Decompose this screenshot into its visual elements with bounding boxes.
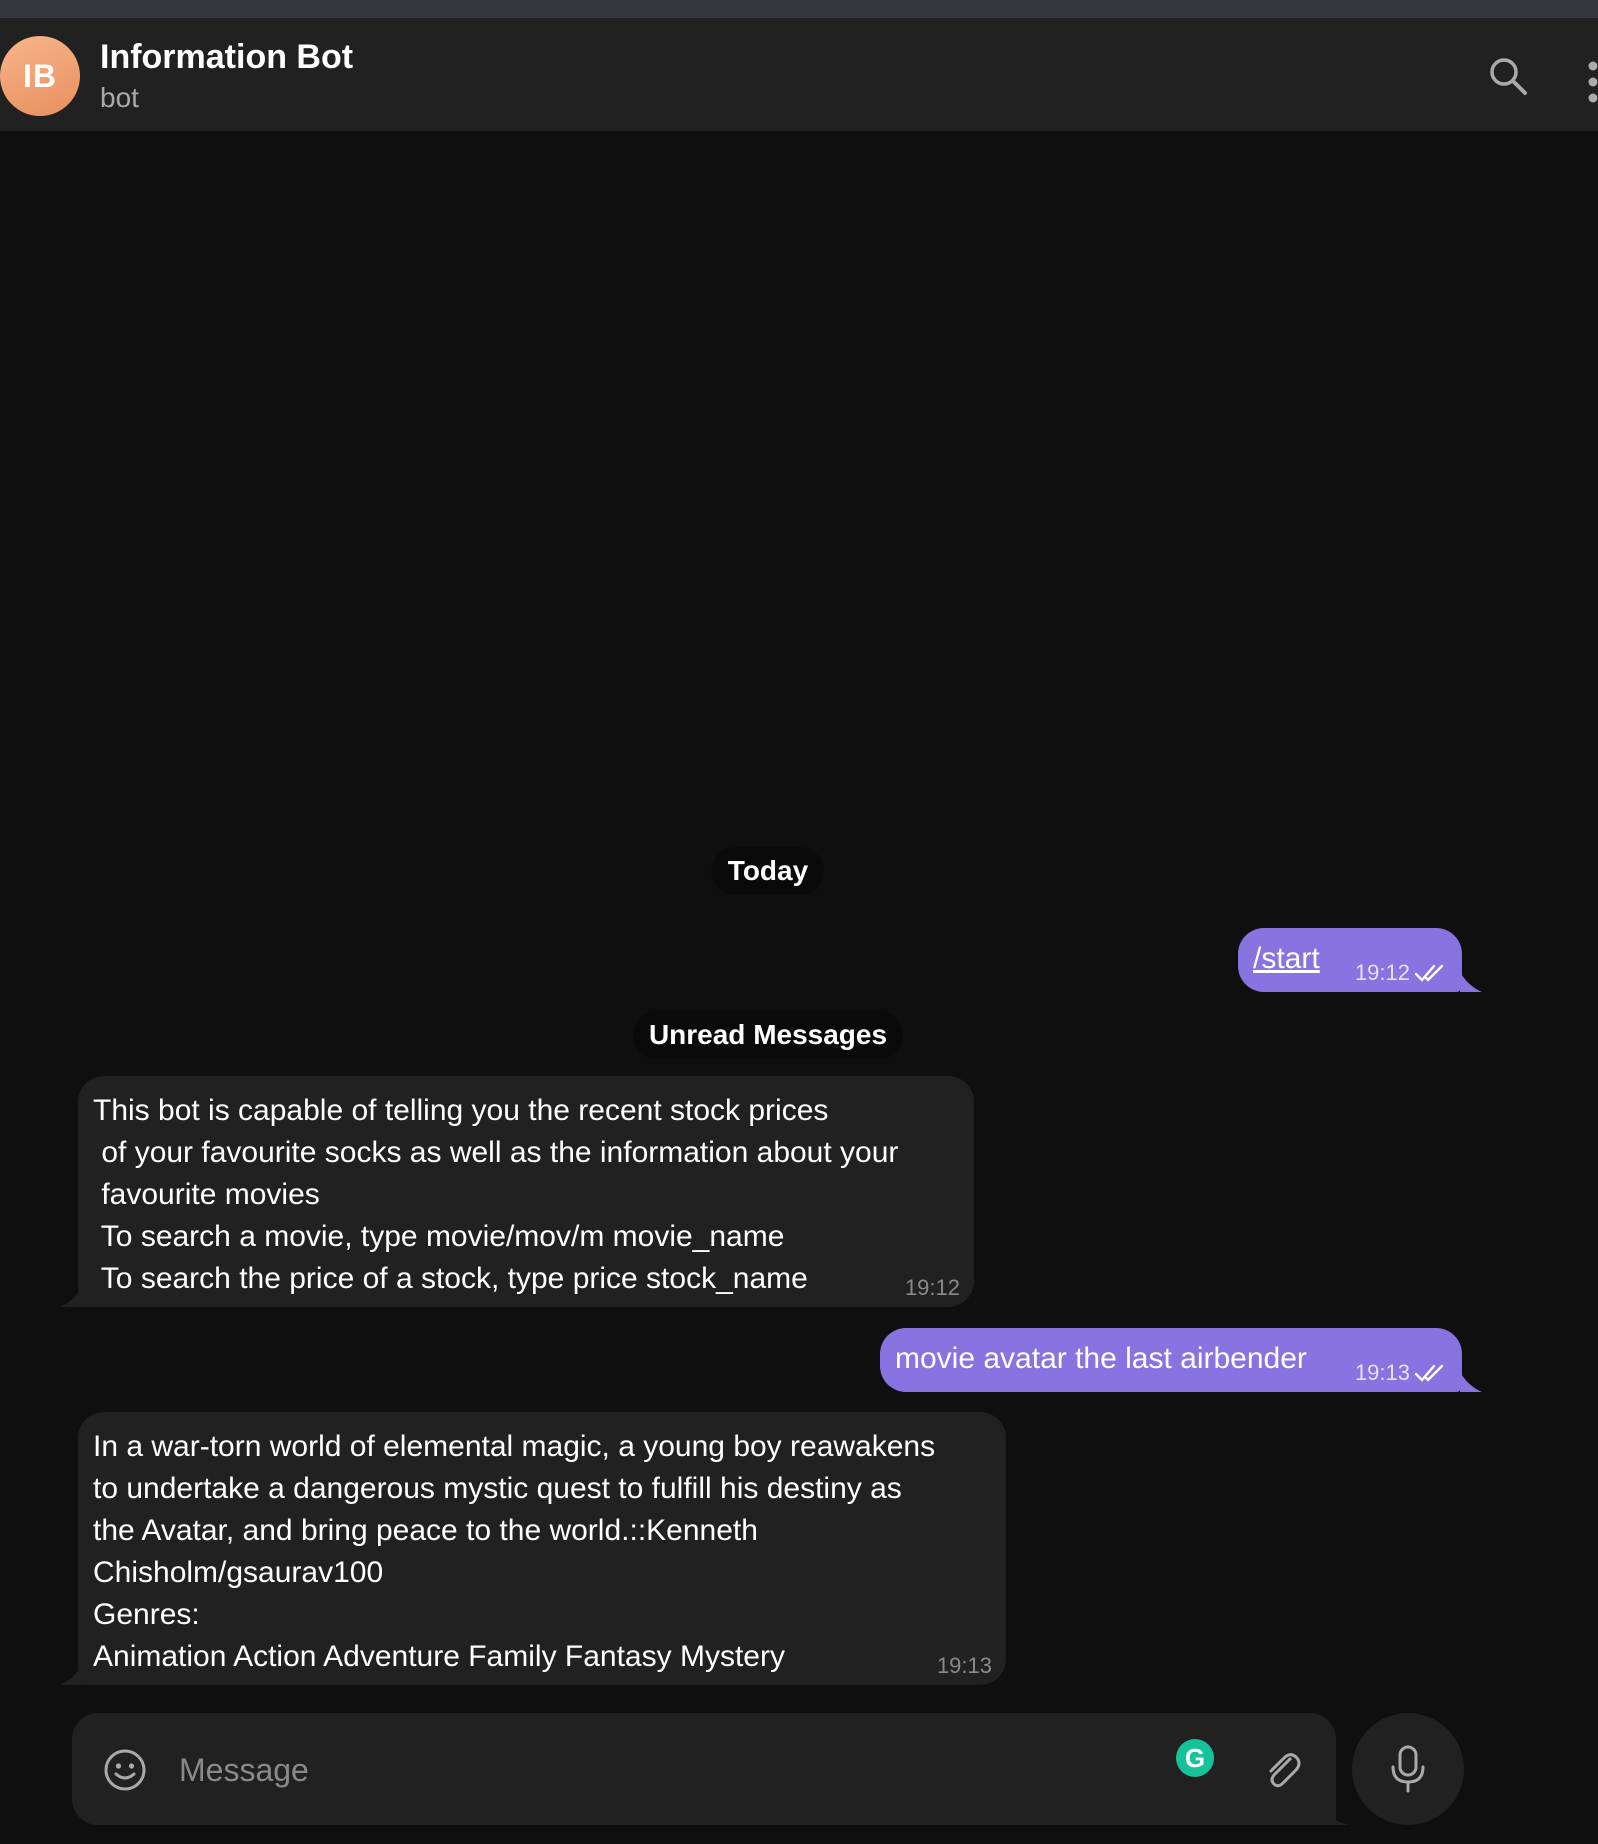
bubble-tail [1460,1372,1482,1392]
message-text: This bot is capable of telling you the r… [93,1094,899,1295]
double-check-icon [1414,1364,1444,1382]
grammarly-icon[interactable]: G [1176,1739,1214,1777]
message-time: 19:12 [904,1275,960,1300]
message-input[interactable] [177,1741,1141,1799]
bubble-tail [60,1287,82,1307]
composer-tail [1318,1803,1348,1825]
message-time: 19:13 [936,1653,992,1678]
message-incoming[interactable]: In a war-torn world of elemental magic, … [78,1412,1006,1685]
message-meta: 19:12 [1355,960,1448,986]
message-incoming[interactable]: This bot is capable of telling you the r… [78,1076,974,1307]
date-separator: Today [711,847,825,895]
message-time: 19:13 [1354,1360,1410,1385]
bubble-tail [60,1665,82,1685]
double-check-icon [1414,964,1444,982]
unread-separator: Unread Messages [632,1011,904,1059]
message-outgoing[interactable]: movie avatar the last airbender 19:13 [880,1328,1462,1392]
chat-title[interactable]: Information Bot [100,38,353,77]
search-icon[interactable] [1486,54,1530,98]
chat-subtitle: bot [100,82,139,113]
record-voice-button[interactable] [1352,1713,1464,1825]
emoji-icon[interactable] [102,1747,148,1793]
bubble-tail [1460,972,1482,992]
message-meta: 19:12 [905,1275,960,1301]
attach-icon[interactable] [1260,1747,1306,1793]
chat-header: IB Information Bot bot [0,18,1598,132]
message-text: In a war-torn world of elemental magic, … [93,1430,936,1673]
message-meta: 19:13 [1355,1360,1448,1386]
avatar[interactable]: IB [0,36,80,116]
message-meta: 19:13 [937,1653,992,1679]
microphone-icon [1391,1745,1425,1793]
message-composer: G [72,1713,1336,1825]
message-outgoing[interactable]: /start 19:12 [1238,928,1462,992]
window-top-strip [0,0,1598,18]
message-time: 19:12 [1354,960,1410,985]
message-text: movie avatar the last airbender [895,1342,1307,1375]
more-vertical-icon[interactable] [1585,58,1598,106]
bot-command-link[interactable]: /start [1253,942,1320,975]
